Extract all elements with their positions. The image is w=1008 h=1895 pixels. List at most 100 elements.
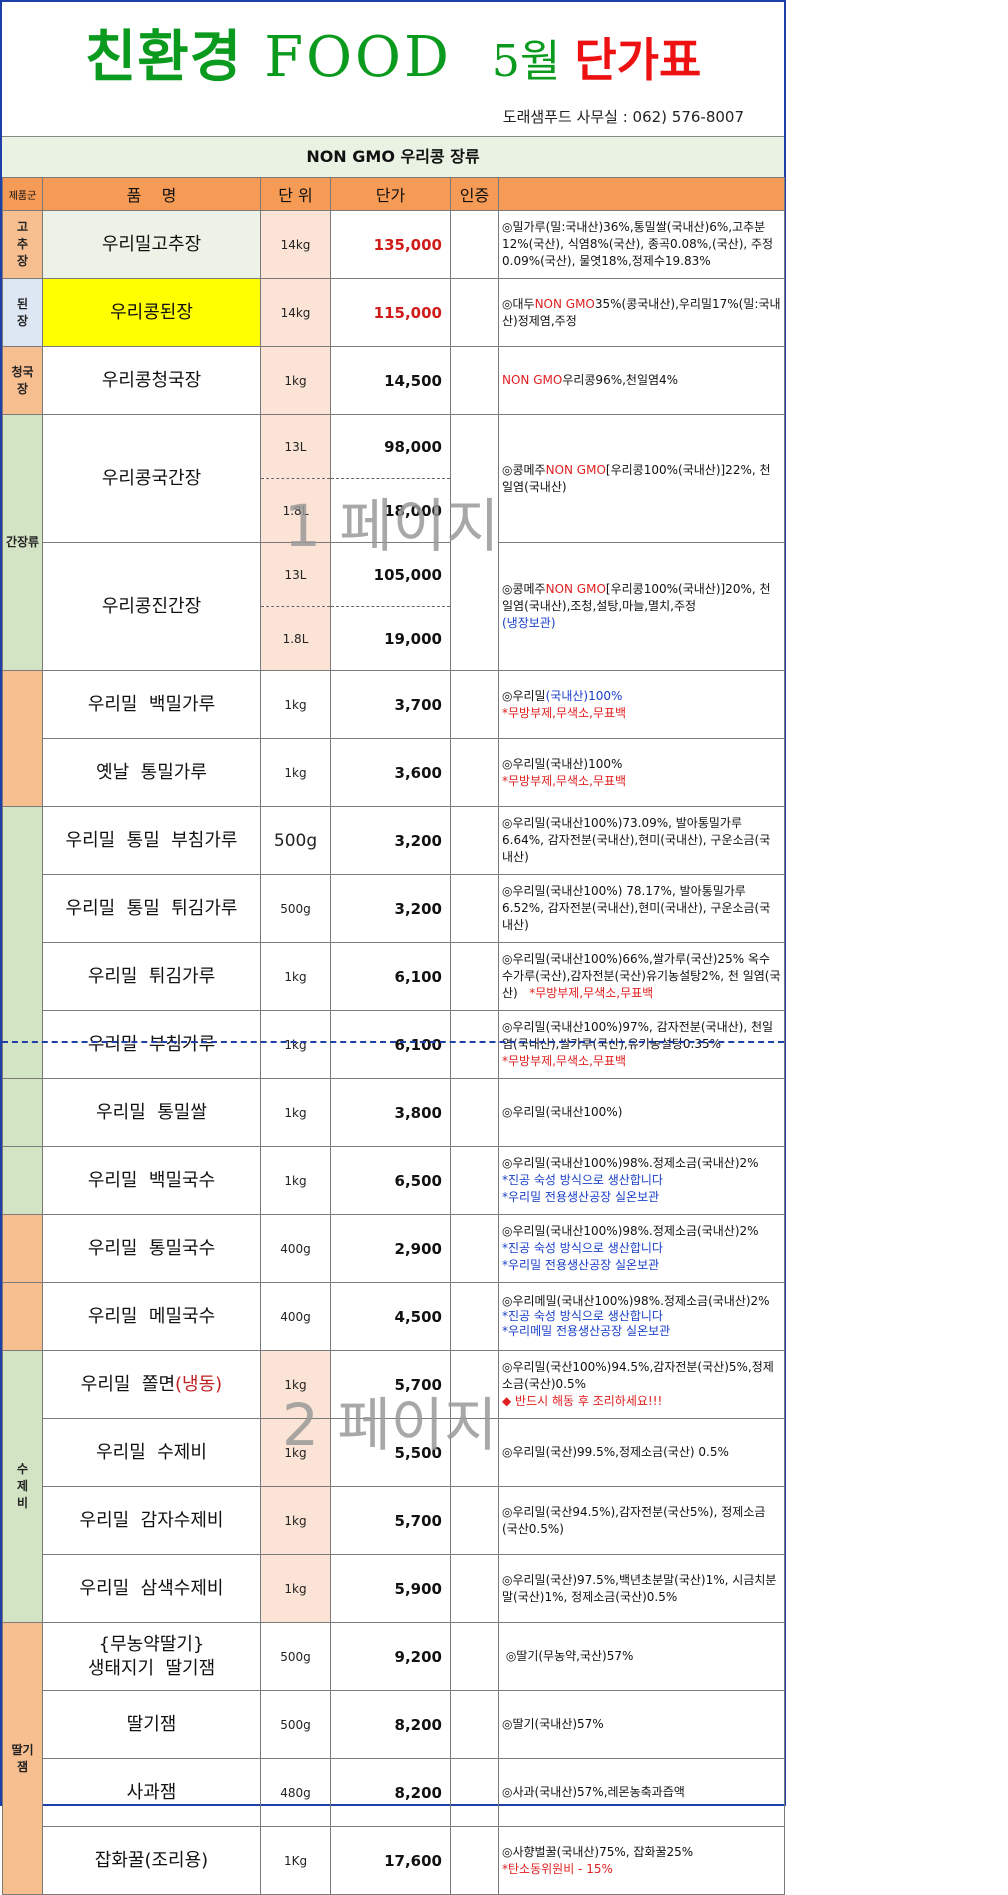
product-price: 105,000 <box>330 542 451 607</box>
table-row: 된장 우리콩된장 14kg 115,000 ◎대두NON GMO35%(콩국내산… <box>2 278 785 347</box>
column-header-category: 제품군 <box>2 177 43 211</box>
product-name: 우리콩진간장 <box>42 542 261 671</box>
product-name: 사과잼 <box>42 1758 261 1827</box>
product-name: 우리밀 통밀쌀 <box>42 1078 261 1147</box>
product-price: 19,000 <box>330 606 451 671</box>
product-price: 115,000 <box>330 278 451 347</box>
product-name: 우리밀 백밀국수 <box>42 1146 261 1215</box>
product-desc: ◎우리밀(국내산100%) 78.17%, 발아통밀가루6.52%, 감자전분(… <box>498 874 785 943</box>
product-desc: ◎우리밀(국내산)100% *무방부제,무색소,무표백 <box>498 738 785 807</box>
product-name: 우리밀 수제비 <box>42 1418 261 1487</box>
title-area: 친환경 FOOD 5월 단가표 도래샘푸드 사무실 : 062) 576-8007 <box>2 2 784 136</box>
product-name: 우리콩국간장 <box>42 414 261 543</box>
product-desc: ◎딸기(국내산)57% <box>498 1690 785 1759</box>
table-row: 우리밀 백밀가루 1kg 3,700 ◎우리밀(국내산)100% *무방부제,무색… <box>2 670 785 807</box>
product-price: 5,900 <box>330 1554 451 1623</box>
product-unit: 500g <box>260 874 331 943</box>
table-row: 우리밀 통밀국수 400g 2,900 ◎우리밀(국내산100%)98%.정제소… <box>2 1214 785 1283</box>
category-noodle-2 <box>2 1214 43 1283</box>
table-row: 우리밀 통밀쌀 1kg 3,800 ◎우리밀(국내산100%) <box>2 1078 785 1147</box>
product-desc: ◎우리밀(국산94.5%),감자전분(국산5%), 정제소금(국산0.5%) <box>498 1486 785 1555</box>
product-price: 3,200 <box>330 874 451 943</box>
category-doenjang: 된장 <box>2 278 43 347</box>
category-noodle-1 <box>2 1146 43 1215</box>
table-row: 우리밀 메밀국수 400g 4,500 ◎우리메밀(국내산100%)98%.정제… <box>2 1282 785 1351</box>
product-desc: ◎우리밀(국내산100%)98%.정제소금(국내산)2% *진공 숙성 방식으로 … <box>498 1214 785 1283</box>
product-price: 3,800 <box>330 1078 451 1147</box>
product-unit: 1kg <box>260 738 331 807</box>
table-row: 사과잼 480g 8,200 ◎사과(국내산)57%,레몬농축과즙액 <box>3 1758 785 1827</box>
product-price: 3,700 <box>330 670 451 739</box>
column-header-unit: 단 위 <box>260 177 331 211</box>
product-cert <box>450 346 499 415</box>
product-cert <box>450 1486 499 1555</box>
title-part-2: FOOD <box>264 25 452 90</box>
table-row: 간장류 우리콩국간장 13L 98,000 ◎콩메주NON GMO[우리콩100… <box>2 414 785 671</box>
product-cert <box>450 1554 499 1623</box>
product-price: 98,000 <box>330 414 451 479</box>
title-price-list: 단가표 <box>574 33 702 87</box>
product-price: 135,000 <box>330 210 451 279</box>
product-desc: ◎우리메밀(국내산100%)98%.정제소금(국내산)2% *진공 숙성 방식으로… <box>498 1282 785 1351</box>
product-unit: 1kg <box>260 1146 331 1215</box>
product-name: 잡화꿀(조리용) <box>42 1826 261 1895</box>
product-name: 딸기잼 <box>42 1690 261 1759</box>
product-desc: NON GMO우리콩96%,천일염4% <box>498 346 785 415</box>
product-name: 우리콩청국장 <box>42 346 261 415</box>
product-unit: 500g <box>260 1690 331 1759</box>
product-cert <box>450 670 499 739</box>
product-price: 8,200 <box>330 1758 451 1827</box>
table-row: 우리밀 백밀국수 1kg 6,500 ◎우리밀(국내산100%)98%.정제소금… <box>2 1146 785 1215</box>
product-name: 우리밀 튀김가루 <box>42 942 261 1011</box>
product-name: 우리콩된장 <box>42 278 261 347</box>
price-sheet: 친환경 FOOD 5월 단가표 도래샘푸드 사무실 : 062) 576-8007 N… <box>0 0 786 1895</box>
product-cert <box>450 1078 499 1147</box>
product-name: 우리밀 백밀가루 <box>42 670 261 739</box>
product-name: 우리밀 메밀국수 <box>42 1282 261 1351</box>
product-cert <box>450 738 499 807</box>
product-unit: 1kg <box>260 346 331 415</box>
product-unit: 480g <box>260 1758 331 1827</box>
product-unit: 1.8L <box>260 606 331 671</box>
product-name: 우리밀 쫄면(냉동) <box>42 1350 261 1419</box>
product-unit: 1Kg <box>260 1826 331 1895</box>
category-cheonggukjang: 청국장 <box>2 346 43 415</box>
product-desc: ◎콩메주NON GMO[우리콩100%(국내산)]22%, 천일염(국내산) <box>498 414 785 543</box>
product-unit: 1kg <box>260 1078 331 1147</box>
product-unit: 500g <box>260 1622 331 1691</box>
product-unit: 1kg <box>260 670 331 739</box>
table-row: 수제비 우리밀 쫄면(냉동) 1kg 5,700 ◎우리밀(국산100%)94.… <box>2 1350 785 1623</box>
product-price: 5,700 <box>330 1486 451 1555</box>
product-desc: ◎딸기(무농약,국산)57% <box>498 1622 785 1691</box>
category-flour <box>2 670 43 807</box>
product-price: 8,200 <box>330 1690 451 1759</box>
title-month: 5월 <box>491 36 561 87</box>
table-header-row: 제품군 품 명 단 위 단가 인증 <box>2 177 785 211</box>
product-cert <box>450 1350 499 1419</box>
table-row: 우리밀 삼색수제비 1kg 5,900 ◎우리밀(국산)97.5%,백년초분말(… <box>3 1554 785 1623</box>
product-unit: 13L <box>260 414 331 479</box>
product-name: 우리밀고추장 <box>42 210 261 279</box>
table-row: 딸기잼 {무농약딸기} 생태지기 딸기잼 500g 9,200 ◎딸기(무농약,국… <box>2 1622 785 1895</box>
product-price: 3,200 <box>330 806 451 875</box>
category-jam: 딸기잼 <box>2 1622 43 1895</box>
table-row: 우리밀 통밀 부침가루 500g 3,200 ◎우리밀(국내산100%)73.0… <box>2 806 785 1079</box>
product-cert <box>450 1418 499 1487</box>
product-cert <box>450 1282 499 1351</box>
product-cert <box>450 942 499 1011</box>
product-cert <box>450 1146 499 1215</box>
table-row: 청국장 우리콩청국장 1kg 14,500 NON GMO우리콩96%,천일염4… <box>2 346 785 415</box>
product-unit: 1kg <box>260 1010 331 1079</box>
product-price: 6,100 <box>330 942 451 1011</box>
page-title: 친환경 FOOD 5월 단가표 <box>2 12 784 93</box>
product-desc: ◎사향벌꿀(국내산)75%, 잡화꿀25% *탄소동위원비 - 15% <box>498 1826 785 1895</box>
product-desc: ◎사과(국내산)57%,레몬농축과즙액 <box>498 1758 785 1827</box>
table-row: 우리밀 수제비 1kg 5,500 ◎우리밀(국산)99.5%,정제소금(국산)… <box>3 1418 785 1487</box>
product-desc: ◎우리밀(국내산100%)97%, 감자전분(국내산), 천일염(국내산),쌀가… <box>498 1010 785 1079</box>
product-unit: 1kg <box>260 1486 331 1555</box>
product-desc: ◎콩메주NON GMO[우리콩100%(국내산)]20%, 천일염(국내산),조… <box>498 542 785 671</box>
category-mix <box>2 806 43 1079</box>
category-grain <box>2 1078 43 1147</box>
product-name: 우리밀 통밀 튀김가루 <box>42 874 261 943</box>
product-desc: ◎우리밀(국산)99.5%,정제소금(국산) 0.5% <box>498 1418 785 1487</box>
